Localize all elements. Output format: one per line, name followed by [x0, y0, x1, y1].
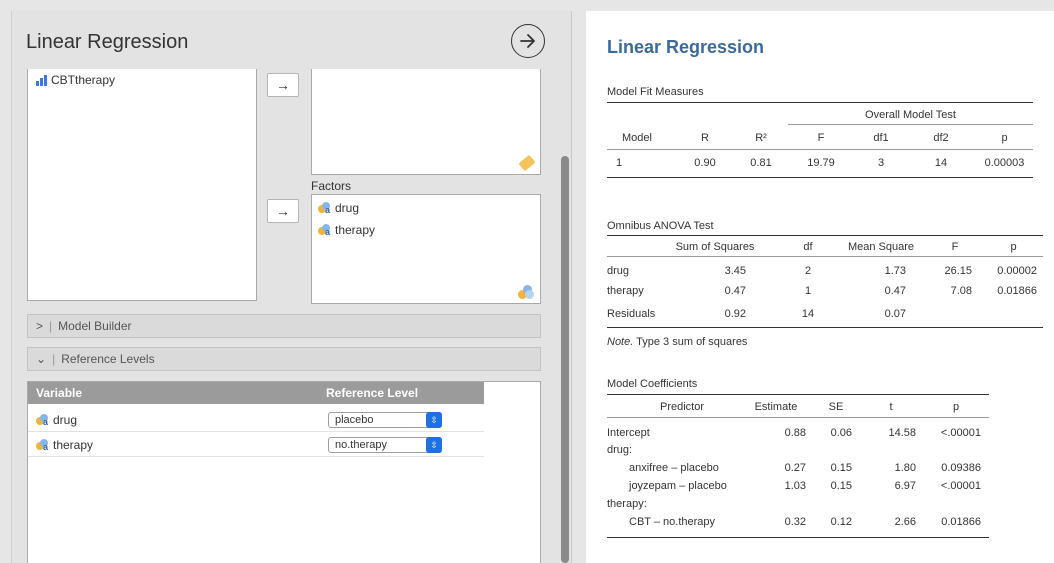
model-builder-section[interactable]: > | Model Builder: [27, 314, 541, 338]
factor-name: drug: [335, 201, 360, 215]
factor-type-icon: [518, 285, 534, 299]
factor-name: therapy: [335, 223, 376, 237]
results-panel: Linear Regression Model Fit Measures Ove…: [586, 11, 1054, 563]
table-caption: Model Coefficients: [607, 378, 698, 390]
column-header: Variable: [36, 386, 83, 400]
list-item-variable[interactable]: CBTtherapy: [36, 73, 115, 87]
nominal-variable-icon: a: [36, 439, 50, 452]
chevron-right-icon: >: [36, 319, 44, 333]
arrow-right-icon: →: [276, 77, 290, 93]
continuous-variable-icon: [36, 74, 47, 86]
variable-list[interactable]: CBTtherapy: [27, 69, 257, 301]
updown-chevron-icon: ⇳: [426, 437, 442, 453]
move-to-factors-button[interactable]: →: [267, 199, 299, 223]
chevron-down-icon: ⌄: [36, 352, 47, 366]
app-window: Linear Regression CBTtherapy → Factors →…: [0, 0, 1054, 563]
list-item-factor[interactable]: a drug: [318, 201, 359, 215]
options-title: Linear Regression: [26, 31, 189, 53]
run-analysis-button[interactable]: [511, 24, 545, 58]
select-value: no.therapy: [335, 439, 387, 451]
column-header: Reference Level: [326, 386, 419, 400]
section-label: Reference Levels: [61, 352, 155, 366]
covariates-box[interactable]: [311, 69, 541, 175]
nominal-variable-icon: a: [318, 202, 332, 215]
variable-name: CBTtherapy: [51, 73, 116, 87]
factors-box[interactable]: a drug a therapy: [311, 194, 541, 304]
section-label: Model Builder: [58, 319, 132, 333]
reference-levels-table: Variable Reference Level a drug placebo ⇳ …: [27, 381, 541, 563]
select-value: placebo: [335, 414, 374, 426]
arrow-right-icon: →: [276, 203, 290, 219]
column-group-header: Overall Model Test: [865, 109, 956, 121]
reference-levels-section[interactable]: ⌄ | Reference Levels: [27, 347, 541, 371]
variable-name: drug: [53, 413, 78, 427]
nominal-variable-icon: a: [318, 224, 332, 237]
scrollbar-thumb[interactable]: [561, 156, 569, 563]
options-panel: Linear Regression CBTtherapy → Factors →…: [11, 11, 571, 563]
factors-label: Factors: [311, 179, 352, 193]
table-caption: Model Fit Measures: [607, 86, 704, 98]
nominal-variable-icon: a: [36, 414, 50, 427]
results-title: Linear Regression: [607, 37, 765, 57]
arrow-right-icon: [520, 34, 535, 48]
reference-level-select[interactable]: placebo ⇳: [328, 412, 442, 428]
move-to-covariates-button[interactable]: →: [267, 73, 299, 97]
table-caption: Omnibus ANOVA Test: [607, 220, 714, 232]
list-item-factor[interactable]: a therapy: [318, 223, 375, 237]
continuous-ruler-icon: [518, 154, 536, 172]
updown-chevron-icon: ⇳: [426, 412, 442, 428]
reference-level-select[interactable]: no.therapy ⇳: [328, 437, 442, 453]
table-row: a therapy no.therapy ⇳: [28, 433, 484, 457]
table-note: Note. Type 3 sum of squares: [607, 336, 748, 348]
variable-name: therapy: [53, 438, 94, 452]
table-row: a drug placebo ⇳: [28, 408, 484, 432]
table-header: Variable Reference Level: [28, 382, 484, 404]
